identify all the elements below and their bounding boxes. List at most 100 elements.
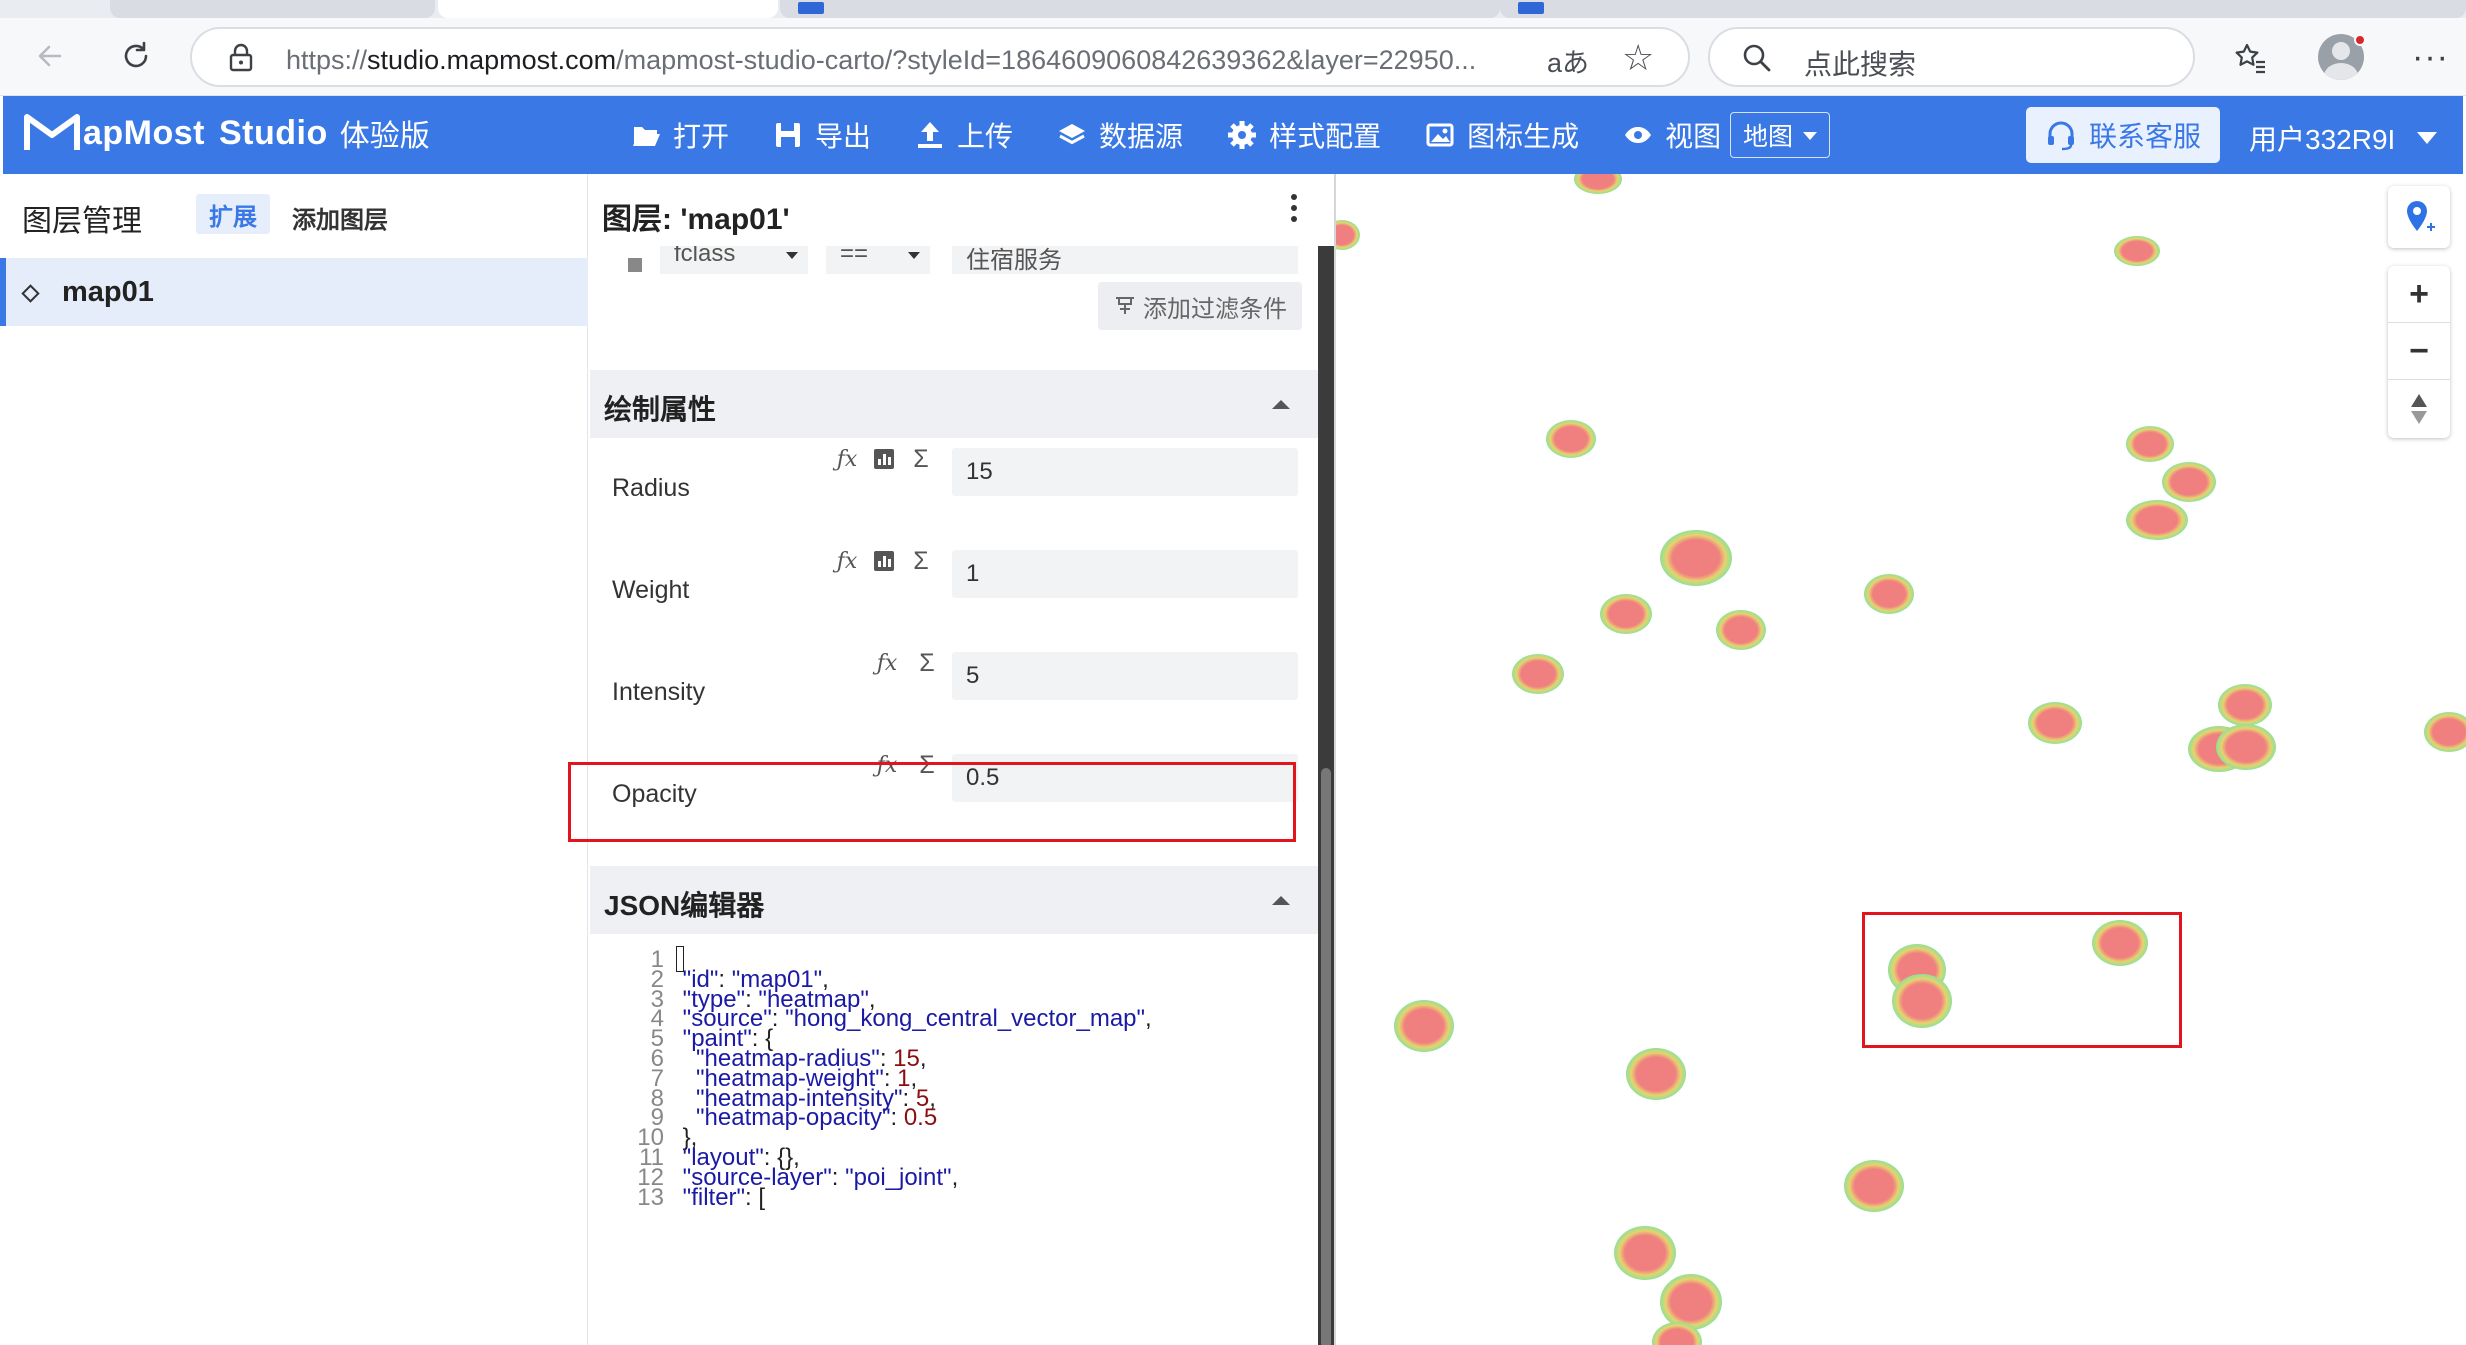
filter-add-icon bbox=[1116, 297, 1134, 314]
heatmap-blob bbox=[1626, 1048, 1686, 1100]
lock-icon[interactable] bbox=[228, 43, 254, 73]
layer-panel-header: 图层管理 扩展 添加图层 bbox=[0, 174, 588, 258]
locate-button[interactable] bbox=[2388, 186, 2450, 248]
kebab-menu-icon[interactable] bbox=[1288, 194, 1300, 228]
collapse-up-icon[interactable] bbox=[1272, 400, 1290, 409]
prop-label-radius: Radius bbox=[612, 474, 690, 502]
data-bars-icon[interactable] bbox=[874, 551, 894, 571]
prop-row-weight: Weight ƒx Σ bbox=[590, 540, 1320, 642]
gear-icon bbox=[1227, 120, 1257, 150]
heatmap-blob bbox=[1512, 654, 1564, 694]
prop-tools: ƒx Σ bbox=[834, 445, 934, 473]
menu-datasource[interactable]: 数据源 bbox=[1057, 115, 1183, 155]
heatmap-blob bbox=[2126, 426, 2174, 462]
favorite-star-icon[interactable]: ☆ bbox=[1622, 37, 1654, 79]
address-bar[interactable]: https://studio.mapmost.com/mapmost-studi… bbox=[190, 27, 1690, 87]
contact-support-button[interactable]: 联系客服 bbox=[2026, 107, 2220, 163]
tab-favicon-icon bbox=[1518, 2, 1544, 14]
add-filter-button[interactable]: 添加过滤条件 bbox=[1098, 282, 1302, 330]
sigma-icon[interactable]: Σ bbox=[914, 649, 940, 677]
browser-tab-active[interactable] bbox=[438, 0, 778, 18]
menu-datasource-label: 数据源 bbox=[1099, 121, 1184, 152]
app-header: apMost Studio 体验版 打开 导出 上传 数据源 样式配置 图标生成 bbox=[3, 96, 2463, 174]
json-code-editor[interactable]: 12 "id": "map01", 3 "type": "heatmap", 4 "… bbox=[590, 934, 1320, 1334]
menu-export-label: 导出 bbox=[815, 121, 872, 152]
eye-icon bbox=[1623, 120, 1653, 150]
sigma-icon[interactable]: Σ bbox=[908, 547, 934, 575]
function-icon[interactable]: ƒx bbox=[874, 650, 900, 676]
menu-style-config[interactable]: 样式配置 bbox=[1227, 115, 1381, 155]
menu-export[interactable]: 导出 bbox=[773, 115, 871, 155]
search-icon bbox=[1743, 44, 1771, 72]
filter-field-value: fclass bbox=[674, 246, 736, 267]
menu-icon-generate-label: 图标生成 bbox=[1467, 121, 1580, 152]
tab-add-layer[interactable]: 添加图层 bbox=[292, 200, 388, 235]
weight-input[interactable] bbox=[952, 550, 1298, 598]
url-path: /mapmost-studio-carto/?styleId=186460906… bbox=[616, 45, 1477, 75]
menu-open[interactable]: 打开 bbox=[631, 115, 729, 155]
logo-studio-text: Studio bbox=[219, 113, 328, 152]
data-bars-icon[interactable] bbox=[874, 449, 894, 469]
user-menu[interactable]: 用户332R9I bbox=[2249, 118, 2438, 158]
zoom-out-icon[interactable]: − bbox=[2388, 323, 2450, 380]
function-icon[interactable]: ƒx bbox=[834, 446, 860, 472]
zoom-controls: + − bbox=[2388, 266, 2450, 438]
property-scrollbar[interactable] bbox=[1318, 258, 1334, 1345]
tab-expand[interactable]: 扩展 bbox=[196, 194, 270, 234]
heatmap-blob bbox=[1716, 610, 1766, 650]
radius-input[interactable] bbox=[952, 448, 1298, 496]
browser-tab[interactable] bbox=[780, 0, 1500, 18]
notification-dot bbox=[2354, 34, 2366, 46]
menu-view[interactable]: 视图 bbox=[1623, 115, 1721, 155]
layer-item-map01[interactable]: map01 bbox=[0, 258, 588, 326]
compass-icon[interactable] bbox=[2388, 380, 2450, 437]
mapmost-logo[interactable]: apMost Studio 体验版 bbox=[23, 108, 430, 158]
sigma-icon[interactable]: Σ bbox=[908, 445, 934, 473]
menu-icon-generate[interactable]: 图标生成 bbox=[1425, 115, 1579, 155]
filter-checkbox[interactable] bbox=[628, 258, 642, 272]
prop-tools: ƒx Σ bbox=[874, 649, 940, 677]
filter-field-select[interactable]: fclass bbox=[660, 246, 808, 274]
paint-section-title: 绘制属性 bbox=[604, 394, 717, 425]
zoom-in-icon[interactable]: + bbox=[2388, 266, 2450, 323]
favorites-icon[interactable] bbox=[2232, 40, 2268, 85]
layers-icon bbox=[1057, 120, 1087, 150]
filter-value-input[interactable]: 住宿服务 bbox=[952, 246, 1298, 274]
json-editor-section-header[interactable]: JSON编辑器 bbox=[590, 866, 1320, 934]
search-placeholder: 点此搜索 bbox=[1804, 49, 1917, 80]
headset-icon bbox=[2047, 121, 2074, 151]
browser-search-box[interactable]: 点此搜索 bbox=[1708, 27, 2195, 87]
prop-label-intensity: Intensity bbox=[612, 678, 706, 706]
browser-tab[interactable] bbox=[1500, 0, 2466, 18]
filter-operator-select[interactable]: == bbox=[826, 246, 930, 274]
chevron-down-icon bbox=[1803, 132, 1817, 140]
map-canvas[interactable] bbox=[1334, 174, 2466, 1345]
read-aloud-icon[interactable]: aあ bbox=[1547, 41, 1589, 80]
reload-icon[interactable] bbox=[114, 34, 158, 78]
heatmap-blob bbox=[1394, 1000, 1454, 1052]
intensity-input[interactable] bbox=[952, 652, 1298, 700]
scrollbar-thumb[interactable] bbox=[1321, 768, 1331, 1345]
url-text[interactable]: https://studio.mapmost.com/mapmost-studi… bbox=[286, 45, 1606, 76]
url-host: studio.mapmost.com bbox=[367, 45, 617, 75]
heatmap-blob bbox=[2028, 702, 2082, 744]
back-arrow-icon[interactable] bbox=[28, 34, 72, 78]
heatmap-blob bbox=[2424, 712, 2466, 752]
menu-upload[interactable]: 上传 bbox=[915, 115, 1013, 155]
paint-properties-section-header[interactable]: 绘制属性 bbox=[590, 370, 1320, 438]
menu-style-config-label: 样式配置 bbox=[1269, 121, 1382, 152]
main-menu: 打开 导出 上传 数据源 样式配置 图标生成 视图 bbox=[631, 96, 1765, 174]
property-panel-header: 图层: 'map01' bbox=[590, 174, 1334, 246]
filter-operator-value: == bbox=[840, 246, 869, 267]
chevron-down-icon bbox=[908, 252, 920, 259]
function-icon[interactable]: ƒx bbox=[834, 548, 860, 574]
view-mode-select[interactable]: 地图 bbox=[1730, 112, 1830, 158]
heatmap-blob bbox=[2216, 724, 2276, 770]
folder-open-icon bbox=[631, 120, 661, 150]
more-menu-icon[interactable]: ··· bbox=[2412, 38, 2449, 77]
browser-tab[interactable] bbox=[110, 0, 435, 18]
collapse-up-icon[interactable] bbox=[1272, 896, 1290, 905]
filter-condition-row: fclass == 住宿服务 bbox=[590, 246, 1320, 276]
menu-open-label: 打开 bbox=[673, 121, 730, 152]
filter-value-text: 住宿服务 bbox=[966, 247, 1062, 274]
